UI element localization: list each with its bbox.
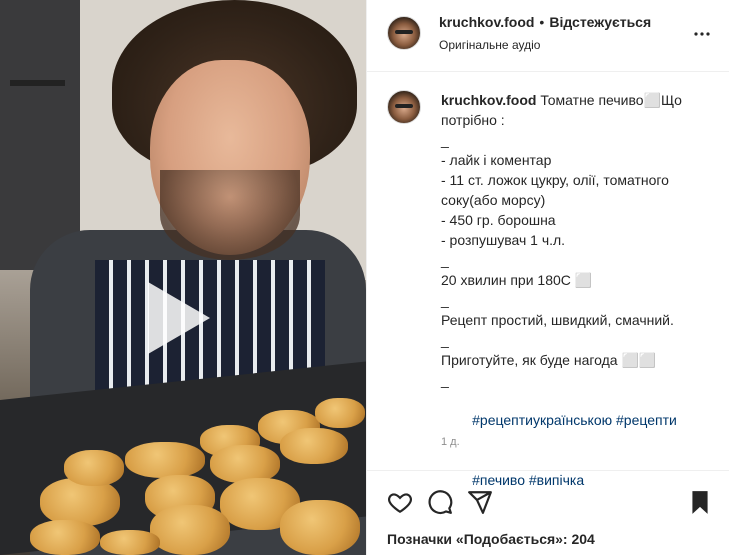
cookie xyxy=(150,505,230,555)
caption-line: - розпушувач 1 ч.л. xyxy=(441,232,566,248)
bookmark-icon[interactable] xyxy=(687,489,713,515)
more-horizontal-icon[interactable] xyxy=(690,22,714,46)
caption-line: - 11 ст. ложок цукру, олії, томатного со… xyxy=(441,172,673,208)
caption-first-line: kruchkov.food Томатне печиво⬜Що xyxy=(441,90,716,110)
post-timestamp[interactable]: 1 д. xyxy=(441,436,460,448)
caption-line: - лайк і коментар xyxy=(441,152,552,168)
caption-line: потрібно : xyxy=(441,112,505,128)
caption-line: _ xyxy=(441,132,449,148)
post-header: kruchkov.food • Відстежується Оригінальне … xyxy=(367,0,729,72)
follow-status[interactable]: Відстежується xyxy=(549,14,651,30)
kitchen-shelf xyxy=(0,0,80,270)
caption-line: _ xyxy=(441,252,449,268)
cookie xyxy=(100,530,160,555)
comment-icon[interactable] xyxy=(427,489,453,515)
hashtag-link[interactable]: #рецепти xyxy=(616,412,677,428)
play-icon[interactable] xyxy=(148,282,210,354)
header-separator: • xyxy=(539,14,545,30)
heart-icon[interactable] xyxy=(387,489,413,515)
caption-line: _ xyxy=(441,292,449,308)
cookie xyxy=(280,428,348,464)
header-username[interactable]: kruchkov.food xyxy=(439,14,534,30)
caption: kruchkov.food Томатне печиво⬜Що потрібно… xyxy=(441,90,716,510)
cookie xyxy=(315,398,365,428)
hashtag-link[interactable]: #рецептиукраїнською xyxy=(472,412,612,428)
cookie xyxy=(125,442,205,478)
cookie xyxy=(40,478,120,526)
likes-count[interactable]: Позначки «Подобається»: 204 xyxy=(387,531,595,547)
cookie xyxy=(280,500,360,555)
caption-line: 20 хвилин при 180С ⬜ xyxy=(441,272,593,288)
person-beard xyxy=(160,170,300,260)
caption-line: - 450 гр. борошна xyxy=(441,212,556,228)
cookie xyxy=(30,520,100,555)
post-sidebar: kruchkov.food • Відстежується Оригінальне … xyxy=(366,0,729,555)
action-bar xyxy=(367,470,729,531)
caption-line: _ xyxy=(441,332,449,348)
video-media[interactable] xyxy=(0,0,366,555)
caption-line: _ xyxy=(441,372,449,388)
caption-username[interactable]: kruchkov.food xyxy=(441,92,536,108)
share-icon[interactable] xyxy=(467,489,493,515)
cookie xyxy=(64,450,124,486)
header-title-row: kruchkov.food • Відстежується xyxy=(439,14,651,32)
caption-avatar[interactable] xyxy=(387,90,421,124)
original-audio-link[interactable]: Оригінальне аудіо xyxy=(439,38,540,52)
hashtags: #рецептиукраїнською #рецепти xyxy=(441,390,716,450)
post-viewer: kruchkov.food • Відстежується Оригінальне … xyxy=(0,0,729,555)
avatar[interactable] xyxy=(387,16,421,50)
caption-line: Рецепт простий, швидкий, смачний. xyxy=(441,312,674,328)
caption-line: Томатне печиво⬜Що xyxy=(540,92,682,108)
caption-line: Приготуйте, як буде нагода ⬜⬜ xyxy=(441,352,657,368)
